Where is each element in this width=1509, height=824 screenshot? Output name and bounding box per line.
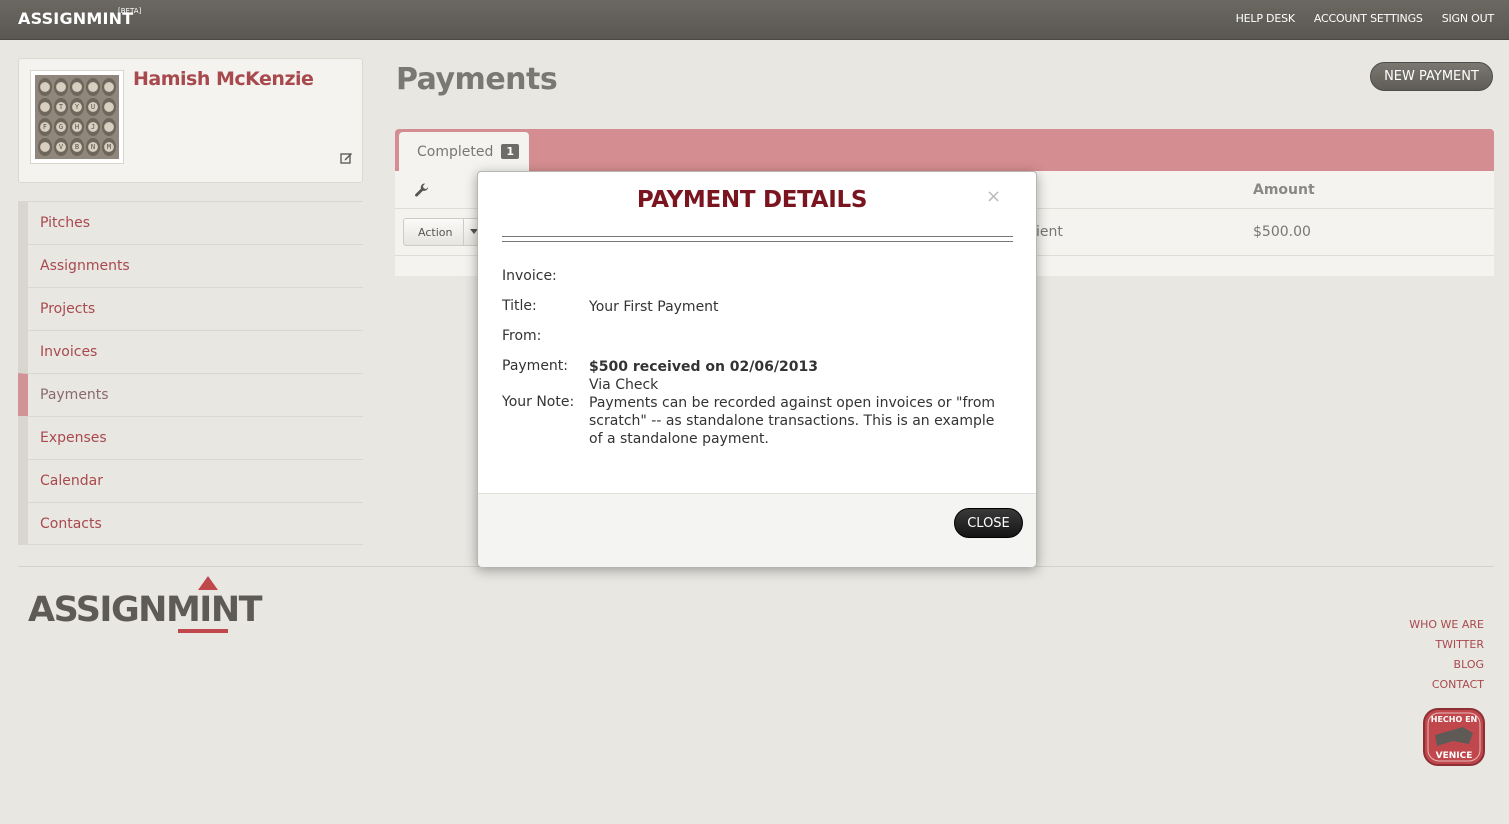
tab-count-badge: 1 — [501, 144, 520, 159]
avatar-key: F — [38, 118, 52, 136]
close-button[interactable]: CLOSE — [954, 508, 1023, 538]
action-label: Action — [418, 225, 453, 239]
avatar-key — [38, 78, 52, 96]
label-invoice: Invoice: — [502, 268, 557, 284]
footer-logo-text: ASSIGNMINT — [28, 590, 263, 630]
avatar-key — [102, 118, 116, 136]
top-nav: HELP DESK ACCOUNT SETTINGS SIGN OUT — [1236, 12, 1495, 25]
wrench-icon — [415, 183, 429, 197]
sidebar-item-payments[interactable]: Payments — [18, 373, 363, 416]
modal-divider — [502, 236, 1013, 242]
avatar: TYU FGHJVBNM — [30, 70, 124, 164]
sign-out-link[interactable]: SIGN OUT — [1442, 12, 1495, 25]
beta-tag: [BETA] — [118, 7, 142, 15]
who-we-are-link[interactable]: WHO WE ARE — [1409, 618, 1484, 632]
sidebar-item-calendar[interactable]: Calendar — [18, 459, 363, 502]
sidebar-nav: Pitches Assignments Projects Invoices Pa… — [18, 201, 363, 545]
avatar-key: U — [86, 98, 100, 116]
avatar-key: M — [102, 138, 116, 156]
contact-link[interactable]: CONTACT — [1409, 678, 1484, 692]
brand-logo[interactable]: ASSIGNMINT — [18, 9, 133, 28]
help-desk-link[interactable]: HELP DESK — [1236, 12, 1295, 25]
page-title: Payments — [396, 62, 558, 97]
close-icon[interactable]: × — [986, 186, 1001, 207]
avatar-key — [38, 138, 52, 156]
badge-top-text: HECHO EN — [1431, 715, 1477, 724]
profile-card: TYU FGHJVBNM Hamish McKenzie — [18, 58, 363, 183]
sidebar-item-projects[interactable]: Projects — [18, 287, 363, 330]
badge-bottom-text: VENICE — [1436, 751, 1473, 761]
hecho-en-venice-badge: HECHO EN VENICE — [1423, 708, 1485, 766]
cell-amount: $500.00 — [1253, 224, 1311, 240]
avatar-key: V — [54, 138, 68, 156]
column-header-amount[interactable]: Amount — [1253, 182, 1315, 198]
avatar-key — [70, 78, 84, 96]
sidebar-item-pitches[interactable]: Pitches — [18, 201, 363, 244]
new-payment-button[interactable]: NEW PAYMENT — [1370, 62, 1493, 91]
payment-details-modal: PAYMENT DETAILS × Invoice: Title: Your F… — [477, 171, 1037, 567]
footer-links: WHO WE ARE TWITTER BLOG CONTACT — [1409, 618, 1484, 692]
tabs-bar: Completed 1 — [395, 129, 1494, 171]
modal-footer: CLOSE — [478, 493, 1036, 567]
cell-client: ient — [1036, 224, 1063, 240]
sidebar-item-contacts[interactable]: Contacts — [18, 502, 363, 545]
avatar-key: B — [70, 138, 84, 156]
modal-title: PAYMENT DETAILS — [636, 187, 868, 213]
footer-logo[interactable]: ASSIGNMINT — [28, 576, 268, 636]
avatar-typewriter-image: TYU FGHJVBNM — [35, 75, 119, 159]
sidebar-item-expenses[interactable]: Expenses — [18, 416, 363, 459]
top-bar: ASSIGNMINT [BETA] HELP DESK ACCOUNT SETT… — [0, 0, 1509, 40]
avatar-key — [38, 98, 52, 116]
value-payment: $500 received on 02/06/2013 — [589, 359, 818, 375]
label-payment: Payment: — [502, 358, 569, 374]
blog-link[interactable]: BLOG — [1409, 658, 1484, 672]
avatar-key: G — [54, 118, 68, 136]
sidebar-item-invoices[interactable]: Invoices — [18, 330, 363, 373]
label-from: From: — [502, 328, 542, 344]
tab-completed[interactable]: Completed 1 — [399, 132, 529, 171]
avatar-key: J — [86, 118, 100, 136]
edit-icon[interactable] — [340, 151, 353, 164]
value-title: Your First Payment — [589, 299, 719, 315]
profile-name[interactable]: Hamish McKenzie — [133, 68, 314, 90]
sidebar-item-assignments[interactable]: Assignments — [18, 244, 363, 287]
label-note: Your Note: — [502, 394, 575, 410]
avatar-key: T — [54, 98, 68, 116]
avatar-key — [54, 78, 68, 96]
avatar-key: H — [70, 118, 84, 136]
avatar-key — [102, 78, 116, 96]
value-payment-method: Via Check — [589, 377, 659, 393]
label-title: Title: — [502, 298, 537, 314]
action-dropdown-button[interactable]: Action — [403, 218, 483, 246]
account-settings-link[interactable]: ACCOUNT SETTINGS — [1314, 12, 1423, 25]
avatar-key — [86, 78, 100, 96]
avatar-key — [102, 98, 116, 116]
tab-completed-label: Completed — [417, 143, 494, 160]
twitter-link[interactable]: TWITTER — [1409, 638, 1484, 652]
avatar-key: N — [86, 138, 100, 156]
value-note: Payments can be recorded against open in… — [589, 395, 996, 447]
avatar-key: Y — [70, 98, 84, 116]
